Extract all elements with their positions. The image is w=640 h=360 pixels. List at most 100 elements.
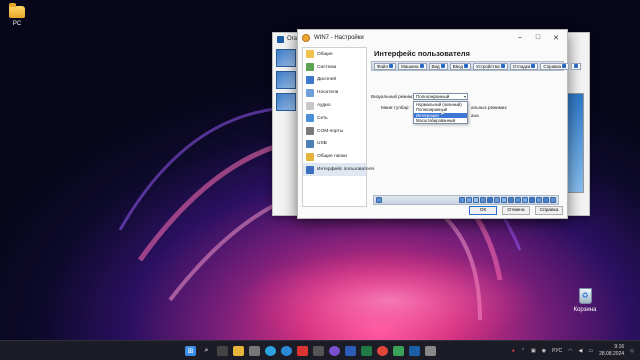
close-button[interactable]: ✕ [549, 34, 563, 42]
chrome-icon[interactable] [377, 346, 388, 356]
word-icon[interactable] [345, 346, 356, 356]
record-icon[interactable] [297, 346, 308, 356]
task-view-icon[interactable] [217, 346, 228, 356]
file-explorer-icon[interactable] [233, 346, 244, 356]
chevron-up-icon[interactable]: ⌃ [521, 348, 525, 354]
statusbar-indicator-icon[interactable] [459, 197, 465, 203]
statusbar-indicator-icon[interactable] [480, 197, 486, 203]
checkbox-icon[interactable] [464, 64, 469, 68]
visual-mode-select[interactable]: Полноэкранный ▾ [413, 93, 468, 100]
settings-nav-label: COM-порты [317, 128, 344, 134]
settings-category-icon [306, 127, 314, 136]
search-icon[interactable]: ⌕ [201, 346, 212, 356]
settings-nav-item[interactable]: Система [303, 61, 366, 74]
menubar-menu-button[interactable]: Справка [540, 62, 570, 70]
minimize-button[interactable]: – [513, 34, 527, 41]
tool-icon[interactable] [276, 49, 296, 67]
settings-nav-item[interactable]: Общие [303, 48, 366, 61]
viber-icon[interactable] [329, 346, 340, 356]
menubar-menu-label: Ввод [452, 63, 464, 69]
statusbar-indicator-icon[interactable] [515, 197, 521, 203]
virtualbox-icon[interactable] [409, 346, 420, 356]
help-button[interactable]: Справка [535, 206, 563, 215]
dropdown-option-label: Интеграция [416, 112, 439, 118]
wifi-icon[interactable]: ◠ [568, 348, 572, 354]
tray-app-icon[interactable]: ● [512, 348, 515, 354]
statusbar-indicator-icon[interactable] [494, 197, 500, 203]
menubar-menu-button[interactable]: Файл [374, 62, 397, 70]
clock-date: 28.08.2024 [599, 350, 625, 357]
checkbox-icon[interactable] [419, 64, 424, 68]
statusbar-indicator-icon[interactable] [508, 197, 514, 203]
app-icon[interactable] [313, 346, 324, 356]
minibar-option-text-2: ана [471, 113, 479, 118]
battery-icon[interactable]: ▭ [588, 348, 593, 354]
minibar-label: Мини тулбар: [381, 105, 410, 110]
settings-category-icon [306, 114, 314, 123]
recycle-bin-icon [578, 288, 592, 304]
desktop-icon-pc[interactable]: PC [0, 3, 34, 27]
settings-nav-label: Сеть [317, 115, 328, 121]
maximize-button[interactable]: □ [531, 34, 545, 41]
settings-dialog: WIN7 - Настройки – □ ✕ Общие Система Диспл… [297, 29, 582, 219]
minibar-option-text: альных режимах [471, 105, 507, 110]
menubar-menu-label: Устройства [476, 63, 500, 69]
dialog-buttons: ОК Отмена Справка [469, 206, 563, 215]
settings-nav-item[interactable]: Сеть [303, 112, 366, 125]
statusbar-indicator-icon[interactable] [473, 197, 479, 203]
desktop-icon-recycle-bin[interactable]: Корзина [568, 288, 602, 313]
excel-icon[interactable] [361, 346, 372, 356]
start-button[interactable]: ⊞ [185, 346, 196, 356]
statusbar-indicator-icon[interactable] [466, 197, 472, 203]
settings-nav-item[interactable]: Интерфейс пользователя [303, 163, 374, 176]
statusbar-indicator-icon[interactable] [543, 197, 549, 203]
menubar-menu-button[interactable]: Вид [428, 62, 448, 70]
app-icon[interactable] [425, 346, 436, 356]
vm-icon[interactable] [276, 93, 296, 111]
statusbar-indicator-icon[interactable] [522, 197, 528, 203]
settings-nav-item[interactable]: Общие папки [303, 150, 366, 163]
checkbox-icon[interactable] [500, 64, 505, 68]
notifications-icon[interactable]: ◇ [630, 348, 634, 354]
statusbar-indicator-icon[interactable] [536, 197, 542, 203]
menubar-menu-button[interactable]: Устройства [473, 62, 508, 70]
menubar-menu-button[interactable]: Ввод [449, 62, 472, 70]
checkbox-icon[interactable] [562, 64, 567, 68]
dialog-titlebar: WIN7 - Настройки – □ ✕ [298, 30, 567, 45]
statusbar-indicator-icon[interactable] [529, 197, 535, 203]
clock[interactable]: 9:16 28.08.2024 [599, 344, 624, 357]
dropdown-option[interactable]: Масштабированный [414, 118, 467, 123]
cancel-button[interactable]: Отмена [502, 206, 530, 215]
settings-nav-item[interactable]: Носители [303, 86, 366, 99]
ok-button[interactable]: ОК [469, 206, 497, 215]
language-indicator[interactable]: РУС [552, 348, 562, 354]
tray-app-icon[interactable]: ◉ [542, 348, 546, 354]
menubar-menu-button[interactable]: Отладка [509, 62, 539, 70]
statusbar-indicator-icon[interactable] [501, 197, 507, 203]
telegram-icon[interactable] [265, 346, 276, 356]
statusbar-indicator-icon[interactable] [487, 197, 493, 203]
settings-nav-item[interactable]: Аудио [303, 99, 366, 112]
settings-nav-item[interactable]: COM-порты [303, 125, 366, 138]
checkbox-icon[interactable] [440, 64, 445, 68]
taskbar-apps: ⊞ ⌕ [185, 346, 436, 356]
statusbar-indicator-icon[interactable] [550, 197, 556, 203]
menubar-menu-label: Машина [401, 63, 419, 69]
settings-nav-item[interactable]: Дисплей [303, 74, 366, 87]
app-icon[interactable] [249, 346, 260, 356]
volume-icon[interactable]: ◀ [579, 348, 583, 354]
menubar-menu-button[interactable]: Машина [398, 62, 427, 70]
tray-app-icon[interactable]: ▣ [531, 348, 536, 354]
settings-nav-item[interactable]: USB [303, 138, 366, 151]
settings-category-icon [306, 50, 314, 59]
settings-category-icon [306, 165, 314, 174]
checkbox-icon[interactable] [531, 64, 536, 68]
settings-nav-label: USB [317, 141, 327, 147]
menubar-toggle-checkbox[interactable] [571, 62, 582, 70]
vm-icon[interactable] [276, 71, 296, 89]
checkbox-icon[interactable] [389, 64, 394, 68]
app-icon[interactable] [393, 346, 404, 356]
visual-mode-dropdown: Нормальный (оконный) Полноэкранный Интегра… [413, 101, 468, 125]
statusbar-toggle-checkbox[interactable] [376, 197, 382, 203]
chat-icon[interactable] [281, 346, 292, 356]
